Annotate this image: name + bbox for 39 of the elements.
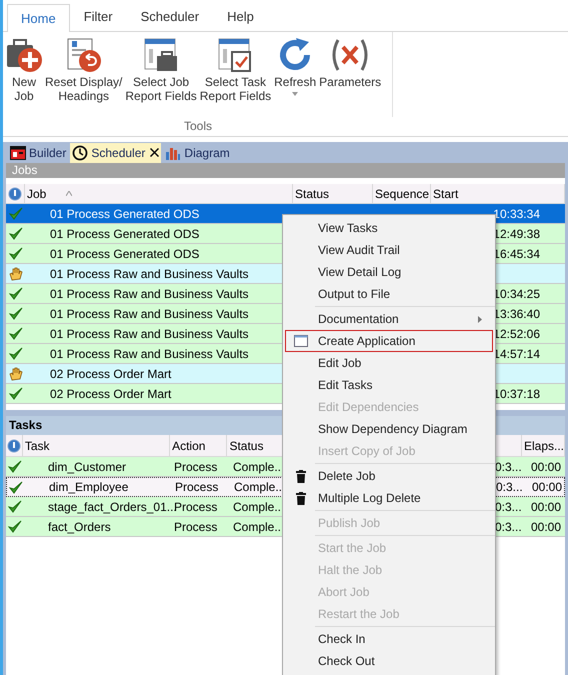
table-cell: Process — [174, 460, 218, 474]
table-cell: 01 Process Raw and Business Vaults — [50, 346, 249, 360]
table-cell: Comple.. — [233, 500, 282, 514]
table-cell: Comple.. — [233, 460, 282, 474]
table-cell: 00:00 — [531, 500, 562, 514]
table-cell-text: 13:36:40 — [493, 306, 540, 322]
table-cell: 00:00 — [531, 460, 562, 474]
table-cell: 00:00 — [532, 480, 562, 494]
table-cell: 02 Process Order Mart — [50, 366, 172, 380]
table-cell-text: 12:49:38 — [493, 226, 540, 242]
table-cell: dim_Employee — [49, 480, 128, 494]
table-cell: Process — [174, 500, 218, 514]
table-cell: 01 Process Raw and Business Vaults — [50, 286, 249, 300]
table-cell-text: 10:33:34 — [493, 206, 540, 222]
table-cell: Process — [174, 520, 218, 534]
table-cell-text: 12:52:06 — [493, 326, 540, 342]
table-cell: 01 Process Raw and Business Vaults — [50, 326, 249, 340]
table-cell: Comple.. — [234, 480, 282, 494]
table-cell: dim_Customer — [48, 460, 126, 474]
table-cell: 01 Process Generated ODS — [50, 226, 200, 240]
table-cell: fact_Orders — [48, 520, 111, 534]
table-cell-text: 16:45:34 — [493, 246, 540, 262]
panel-header: Jobs — [6, 163, 565, 178]
table-cell: Comple.. — [233, 520, 282, 534]
table-cell: 0:3... — [495, 460, 522, 474]
table-cell: 01 Process Generated ODS — [50, 206, 200, 220]
table-cell-text: 10:34:25 — [493, 286, 540, 302]
table-cell: 0:3... — [495, 520, 522, 534]
table-cell: Process — [175, 480, 218, 494]
table-cell: 00:00 — [531, 520, 562, 534]
table-cell: 01 Process Raw and Business Vaults — [50, 306, 249, 320]
group-label: Tools — [182, 118, 213, 135]
table-cell: 0:3... — [496, 480, 523, 494]
table-cell: 01 Process Raw and Business Vaults — [50, 266, 249, 280]
table-cell-text: 14:57:14 — [493, 346, 540, 362]
table-cell-text: 10:37:18 — [493, 386, 540, 402]
table-cell: 0:3... — [495, 500, 522, 514]
table-cell: 01 Process Generated ODS — [50, 246, 200, 260]
table-cell: 02 Process Order Mart — [50, 386, 172, 400]
